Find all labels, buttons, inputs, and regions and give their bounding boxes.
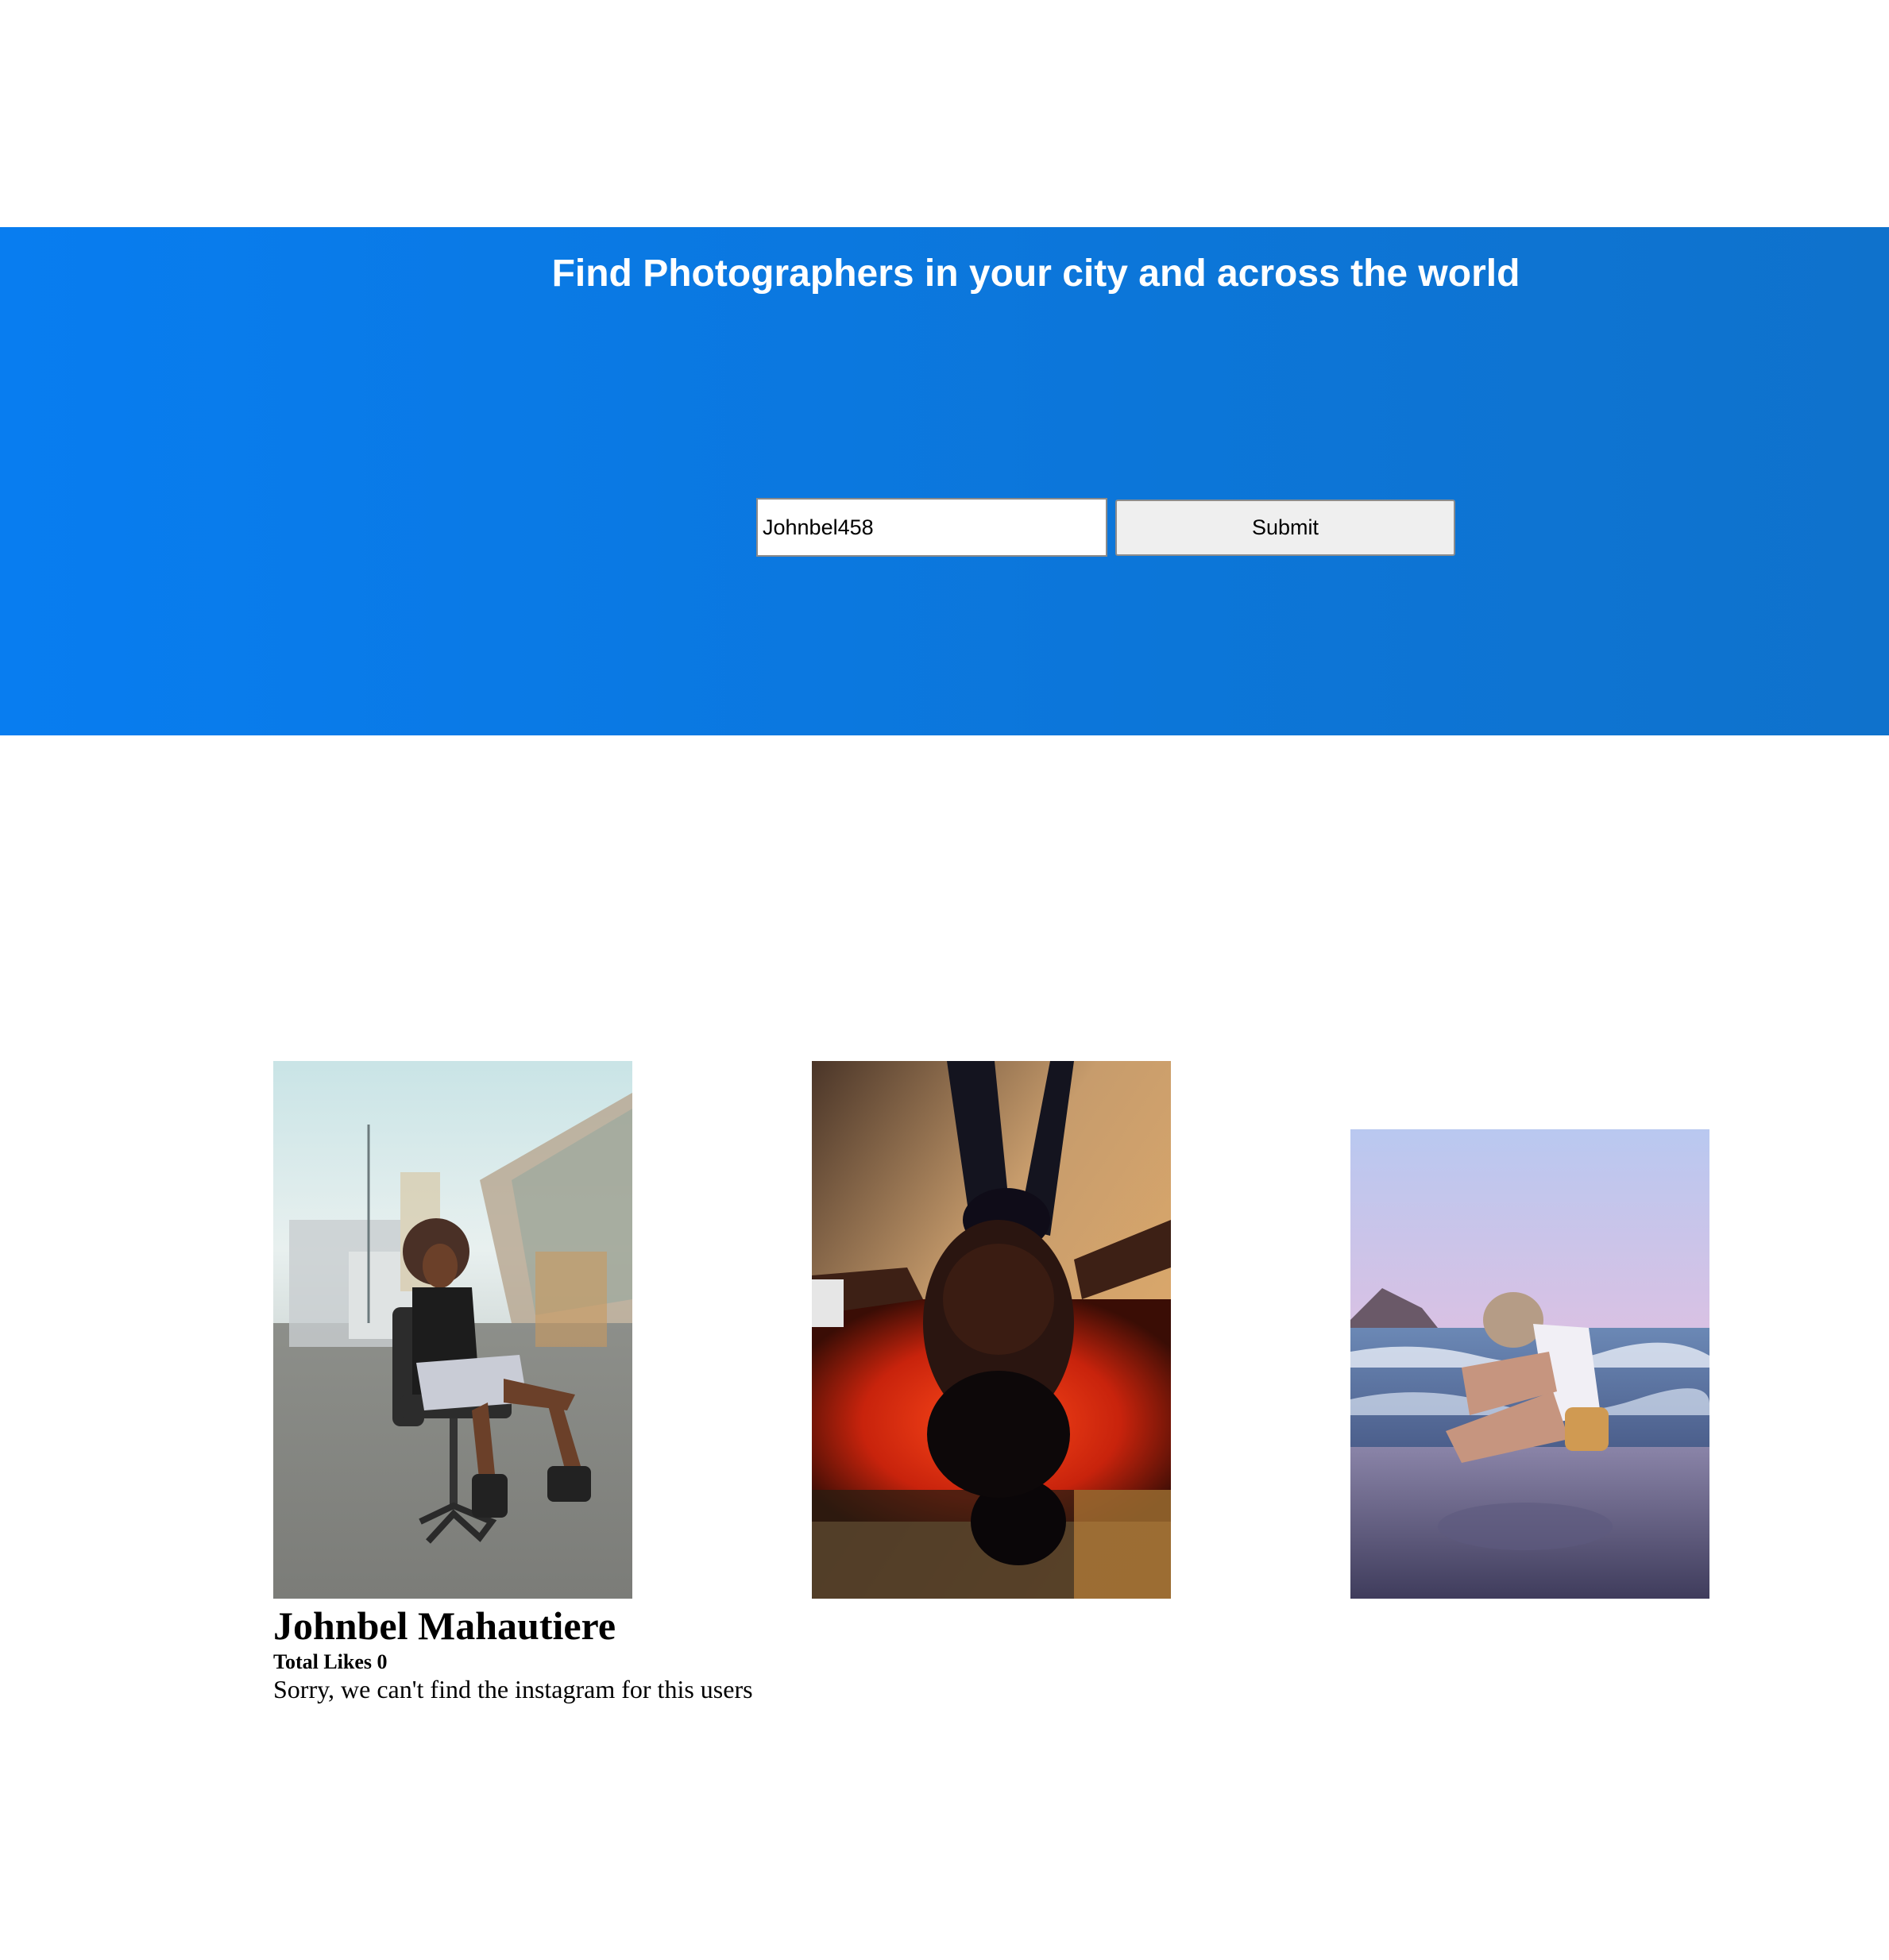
total-likes-count: 0 bbox=[377, 1650, 388, 1673]
search-input[interactable] bbox=[756, 498, 1107, 557]
total-likes: Total Likes 0 bbox=[273, 1649, 388, 1675]
upside-down-portrait-photo[interactable] bbox=[812, 1061, 1171, 1599]
instagram-not-found-message: Sorry, we can't find the instagram for t… bbox=[273, 1675, 753, 1703]
street-portrait-photo[interactable] bbox=[273, 1061, 632, 1599]
submit-button[interactable]: Submit bbox=[1115, 500, 1455, 556]
beach-sitting-photo[interactable] bbox=[1350, 1129, 1709, 1599]
total-likes-label: Total Likes bbox=[273, 1650, 373, 1673]
hero-banner: Find Photographers in your city and acro… bbox=[0, 227, 1889, 735]
photographer-name: Johnbel Mahautiere bbox=[273, 1603, 616, 1648]
hero-title: Find Photographers in your city and acro… bbox=[551, 253, 1520, 295]
